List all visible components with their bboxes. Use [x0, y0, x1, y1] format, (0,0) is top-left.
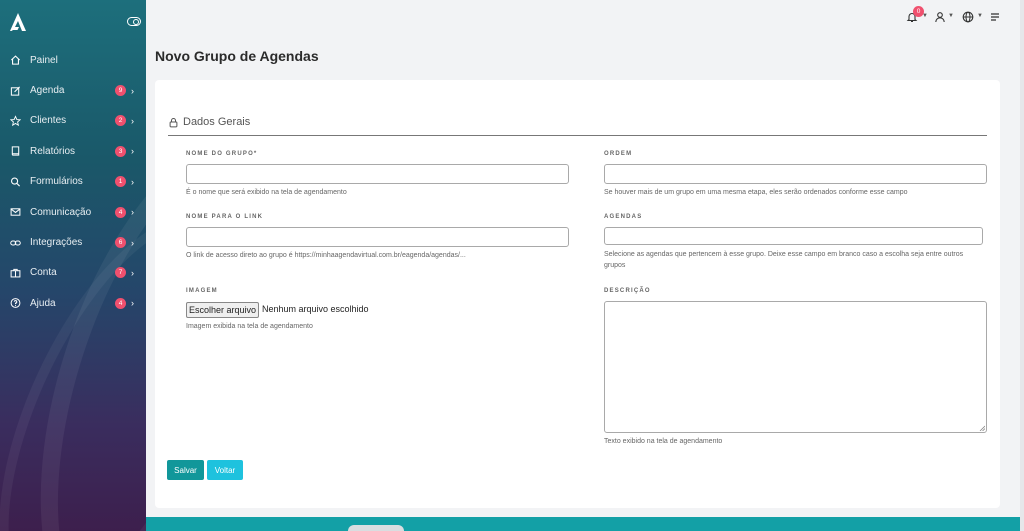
save-button[interactable]: Salvar	[167, 460, 204, 480]
sidebar-item-relatorios[interactable]: Relatórios 3 ›	[0, 136, 146, 166]
sidebar-item-painel[interactable]: Painel	[0, 45, 146, 75]
ordem-label: ORDEM	[604, 151, 633, 157]
sidebar-item-label: Formulários	[30, 176, 83, 188]
chevron-right-icon: ›	[131, 237, 134, 248]
nome-link-input[interactable]	[186, 227, 569, 247]
count-badge: 6	[115, 237, 126, 249]
agendas-label: AGENDAS	[604, 214, 643, 220]
agendas-help: Selecione as agendas que pertencem à ess…	[604, 251, 964, 269]
back-button[interactable]: Voltar	[207, 460, 243, 480]
sidebar-item-ajuda[interactable]: Ajuda 4 ›	[0, 288, 146, 318]
chevron-down-icon: ▼	[922, 13, 928, 19]
scrollbar-track[interactable]	[1020, 0, 1024, 531]
menu-icon[interactable]	[988, 10, 1002, 24]
search-icon	[10, 176, 21, 187]
ordem-input[interactable]	[604, 164, 987, 184]
nome-link-help: O link de acesso direto ao grupo é https…	[186, 252, 466, 259]
app-logo-icon[interactable]	[10, 13, 26, 31]
chevron-down-icon: ▼	[948, 13, 954, 19]
count-badge: 3	[115, 145, 126, 157]
chevron-right-icon: ›	[131, 85, 134, 96]
count-badge: 4	[115, 206, 126, 218]
sidebar-item-label: Painel	[30, 54, 58, 66]
section-divider	[168, 135, 987, 136]
nome-grupo-label: NOME DO GRUPO*	[186, 151, 258, 157]
user-icon[interactable]	[933, 10, 947, 24]
choose-file-button[interactable]: Escolher arquivo	[186, 302, 259, 318]
nome-grupo-input[interactable]	[186, 164, 569, 184]
sidebar-item-comunicacao[interactable]: Comunicação 4 ›	[0, 197, 146, 227]
sidebar-item-label: Integrações	[30, 237, 83, 249]
sidebar-item-label: Clientes	[30, 115, 67, 127]
descricao-label: DESCRIÇÃO	[604, 288, 651, 294]
briefcase-icon	[10, 267, 21, 278]
chevron-right-icon: ›	[131, 176, 134, 187]
help-icon	[10, 298, 21, 309]
chevron-right-icon: ›	[131, 267, 134, 278]
file-status-text: Nenhum arquivo escolhido	[262, 304, 369, 314]
sidebar-item-integracoes[interactable]: Integrações 6 ›	[0, 227, 146, 257]
sidebar-item-label: Conta	[30, 267, 57, 279]
resize-handle-icon[interactable]	[979, 425, 985, 431]
chevron-down-icon: ▼	[977, 13, 983, 19]
sidebar-toggle-icon[interactable]	[127, 17, 141, 26]
imagem-help: Imagem exibida na tela de agendamento	[186, 323, 313, 330]
chevron-right-icon: ›	[131, 115, 134, 126]
nome-link-label: NOME PARA O LINK	[186, 214, 264, 220]
globe-icon[interactable]	[961, 10, 975, 24]
descricao-help: Texto exibido na tela de agendamento	[604, 438, 723, 445]
sidebar-item-label: Relatórios	[30, 145, 76, 157]
sidebar-nav: Painel Agenda 9 › Clientes 2 › Relatório…	[0, 45, 146, 319]
sidebar-item-clientes[interactable]: Clientes 2 ›	[0, 106, 146, 136]
count-badge: 2	[115, 115, 126, 127]
nome-grupo-help: É o nome que será exibido na tela de age…	[186, 189, 347, 196]
section-title: Dados Gerais	[168, 116, 250, 128]
chevron-right-icon: ›	[131, 146, 134, 157]
section-title-text: Dados Gerais	[183, 116, 251, 128]
agendas-select[interactable]	[604, 227, 983, 245]
count-badge: 7	[115, 267, 126, 279]
count-badge: 1	[115, 176, 126, 188]
imagem-label: IMAGEM	[186, 288, 218, 294]
sidebar-item-conta[interactable]: Conta 7 ›	[0, 258, 146, 288]
chevron-right-icon: ›	[131, 298, 134, 309]
count-badge: 4	[115, 297, 126, 309]
sidebar-item-agenda[interactable]: Agenda 9 ›	[0, 75, 146, 105]
sidebar-item-label: Agenda	[30, 85, 65, 97]
sidebar-item-label: Ajuda	[30, 297, 56, 309]
edit-icon	[10, 85, 21, 96]
sidebar: Painel Agenda 9 › Clientes 2 › Relatório…	[0, 0, 146, 531]
descricao-textarea[interactable]	[604, 301, 987, 433]
sidebar-item-formularios[interactable]: Formulários 1 ›	[0, 167, 146, 197]
ordem-help: Se houver mais de um grupo em uma mesma …	[604, 189, 908, 196]
lock-icon	[169, 117, 178, 127]
home-icon	[10, 55, 21, 66]
book-icon	[10, 146, 21, 157]
star-icon	[10, 115, 21, 127]
footer-tab[interactable]	[348, 525, 404, 531]
page-title: Novo Grupo de Agendas	[155, 48, 319, 64]
link-icon	[10, 237, 21, 248]
chevron-right-icon: ›	[131, 207, 134, 218]
count-badge: 9	[115, 85, 126, 97]
form-card	[155, 80, 1000, 508]
mail-icon	[10, 207, 21, 218]
sidebar-item-label: Comunicação	[30, 206, 92, 218]
footer-bar	[146, 517, 1024, 531]
